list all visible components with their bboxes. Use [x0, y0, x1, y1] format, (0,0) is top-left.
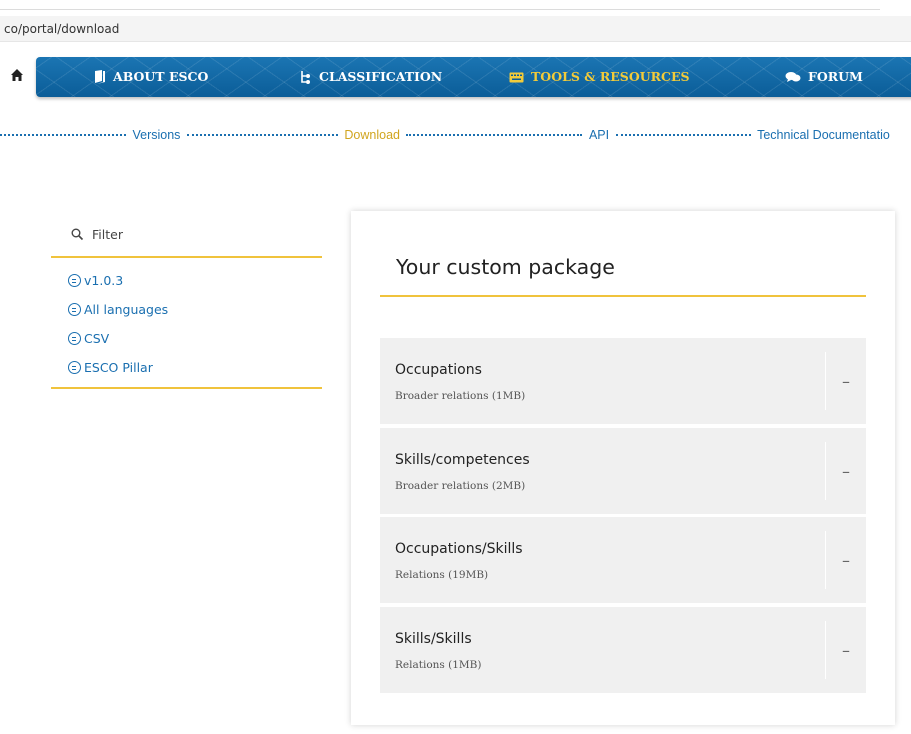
- filter-item-version[interactable]: v1.0.3: [51, 266, 322, 295]
- package-item-detail: Broader relations (1MB): [395, 390, 526, 402]
- book-icon: [95, 70, 105, 84]
- filter-item-label: CSV: [84, 331, 110, 346]
- nav-tools-resources[interactable]: TOOLS & RESOURCES: [509, 57, 690, 97]
- nav-forum[interactable]: FORUM: [785, 57, 863, 97]
- nav-label: ABOUT ESCO: [113, 69, 209, 84]
- filter-item-label: ESCO Pillar: [84, 360, 153, 375]
- package-item: Occupations/Skills Relations (19MB) –: [380, 517, 866, 603]
- filter-item-format[interactable]: CSV: [51, 324, 322, 353]
- title-underline: [380, 295, 866, 297]
- browser-top-border: [0, 9, 880, 10]
- package-title: Your custom package: [396, 255, 615, 279]
- package-item-detail: Relations (19MB): [395, 569, 489, 581]
- filter-input[interactable]: Filter: [51, 212, 322, 258]
- package-item-name: Skills/competences: [395, 452, 530, 468]
- remove-button[interactable]: –: [826, 338, 866, 424]
- package-item: Skills/Skills Relations (1MB) –: [380, 607, 866, 693]
- package-item-name: Occupations/Skills: [395, 541, 523, 557]
- subnav-download[interactable]: Download: [344, 128, 400, 140]
- remove-button[interactable]: –: [826, 517, 866, 603]
- remove-button[interactable]: –: [826, 428, 866, 514]
- equals-icon: [68, 361, 81, 374]
- equals-icon: [68, 274, 81, 287]
- package-item-detail: Relations (1MB): [395, 659, 482, 671]
- address-bar[interactable]: co/portal/download: [0, 16, 911, 42]
- filter-list: v1.0.3 All languages CSV ESCO Pillar: [51, 258, 322, 382]
- package-item-name: Skills/Skills: [395, 631, 472, 647]
- keyboard-icon: [509, 72, 524, 82]
- package-item-detail: Broader relations (2MB): [395, 480, 526, 492]
- main-nav: ABOUT ESCO CLASSIFICATION TOOLS & RESOUR…: [36, 57, 911, 97]
- equals-icon: [68, 332, 81, 345]
- filter-item-label: v1.0.3: [84, 273, 124, 288]
- package-item: Occupations Broader relations (1MB) –: [380, 338, 866, 424]
- package-item-name: Occupations: [395, 362, 482, 378]
- nav-label: CLASSIFICATION: [319, 69, 443, 84]
- nav-label: TOOLS & RESOURCES: [531, 69, 690, 84]
- filter-placeholder: Filter: [92, 226, 123, 242]
- url-text: co/portal/download: [4, 22, 120, 36]
- remove-button[interactable]: –: [826, 607, 866, 693]
- nav-about-esco[interactable]: ABOUT ESCO: [94, 57, 208, 97]
- subnav-technical-documentation[interactable]: Technical Documentatio: [757, 128, 890, 140]
- filter-panel: Filter v1.0.3 All languages CSV ESCO Pil…: [51, 212, 322, 389]
- hierarchy-icon: [301, 71, 310, 84]
- subnav-versions[interactable]: Versions: [132, 128, 180, 140]
- dotted-separator: [186, 124, 338, 136]
- nav-classification[interactable]: CLASSIFICATION: [300, 57, 442, 97]
- dotted-separator: [0, 124, 126, 136]
- dotted-separator: [615, 124, 751, 136]
- home-icon[interactable]: [10, 68, 24, 82]
- filter-item-label: All languages: [84, 302, 169, 317]
- package-item: Skills/competences Broader relations (2M…: [380, 428, 866, 514]
- filter-item-language[interactable]: All languages: [51, 295, 322, 324]
- chat-icon: [785, 72, 801, 82]
- sub-nav: Versions Download API Technical Document…: [0, 124, 911, 140]
- search-icon: [71, 228, 84, 240]
- nav-label: FORUM: [808, 69, 863, 84]
- filter-item-pillar[interactable]: ESCO Pillar: [51, 353, 322, 382]
- equals-icon: [68, 303, 81, 316]
- subnav-api[interactable]: API: [589, 128, 609, 140]
- custom-package-card: Your custom package Occupations Broader …: [351, 211, 895, 725]
- dotted-separator: [406, 124, 583, 136]
